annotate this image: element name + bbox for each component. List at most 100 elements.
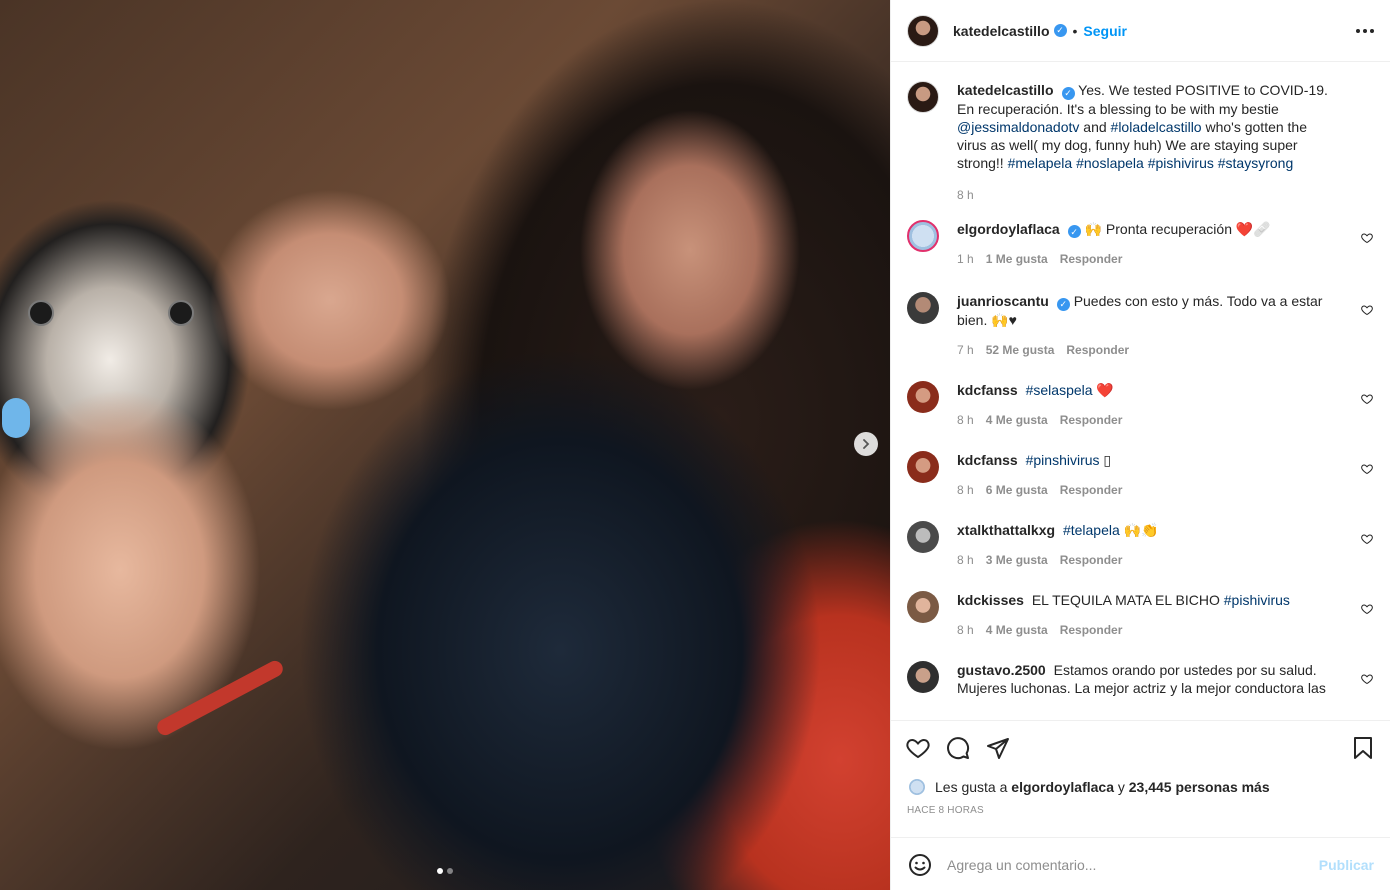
comment-hashtag[interactable]: #telapela (1063, 522, 1120, 538)
comment-avatar[interactable] (907, 219, 939, 252)
more-options-button[interactable] (1356, 23, 1374, 39)
comment-text: 🙌 Pronta recuperación ❤️🩹 (1084, 220, 1271, 237)
comment-avatar[interactable] (907, 292, 939, 324)
heart-icon (1361, 463, 1373, 474)
comment-likes[interactable]: 52 Me gusta (986, 341, 1055, 359)
caption-hashtag-lola[interactable]: #loladelcastillo (1111, 119, 1202, 135)
post-viewer: katedelcastillo ✓ • Seguir katedelcastil… (0, 0, 1390, 890)
comment-like-button[interactable] (1360, 603, 1374, 617)
caption-hashtag-staysyrong[interactable]: #staysyrong (1218, 155, 1293, 171)
comment-item: kdckisses EL TEQUILA MATA EL BICHO #pish… (907, 590, 1374, 639)
comment-username[interactable]: juanrioscantu (957, 293, 1049, 309)
post-time-ago[interactable]: HACE 8 HORAS (891, 799, 1390, 827)
comment-icon (947, 737, 970, 760)
comment-username[interactable]: kdckisses (957, 592, 1024, 608)
comment-username[interactable]: gustavo.2500 (957, 662, 1046, 678)
comment-avatar[interactable] (907, 450, 939, 483)
post-footer: Les gusta a elgordoylaflaca y 23,445 per… (891, 720, 1390, 876)
carousel-next-button[interactable] (854, 432, 878, 456)
comment-like-button[interactable] (1360, 393, 1374, 407)
comment-item: xtalkthattalkxg #telapela 🙌👏 8 h 3 Me gu… (907, 520, 1374, 569)
bookmark-icon (1354, 737, 1372, 759)
comment-button[interactable] (945, 735, 971, 761)
post-header: katedelcastillo ✓ • Seguir (891, 0, 1390, 62)
comment-input[interactable] (947, 856, 1319, 873)
comment-username[interactable]: kdcfanss (957, 452, 1018, 468)
more-icon (1356, 28, 1360, 33)
caption-avatar[interactable] (907, 81, 939, 113)
liker-avatar[interactable] (907, 777, 927, 797)
comment-likes[interactable]: 4 Me gusta (986, 621, 1048, 639)
caption-hashtag-melapela[interactable]: #melapela (1008, 155, 1073, 171)
comment-hashtag[interactable]: #selaspela (1026, 382, 1093, 398)
comment-time: 8 h (957, 622, 974, 637)
comment-avatar[interactable] (907, 520, 939, 553)
comment-time: 8 h (957, 412, 974, 427)
likes-summary: Les gusta a elgordoylaflaca y 23,445 per… (891, 775, 1390, 799)
comments-list[interactable]: katedelcastillo ✓ Yes. We tested POSITIVE… (891, 63, 1390, 720)
emoji-button[interactable] (907, 852, 933, 878)
comment-text: 🙌👏 (1119, 521, 1159, 538)
comment-like-button[interactable] (1360, 463, 1374, 477)
reply-button[interactable]: Responder (1060, 481, 1123, 499)
comment-text: ❤️ (1092, 381, 1114, 398)
caption-mention[interactable]: @jessimaldonadotv (957, 119, 1079, 135)
heart-icon (1361, 533, 1373, 544)
comment-likes[interactable]: 3 Me gusta (986, 551, 1048, 569)
likes-others[interactable]: 23,445 personas más (1129, 779, 1270, 795)
post-photo[interactable] (0, 0, 890, 890)
carousel-dot-1 (437, 868, 443, 874)
photo-nail (2, 398, 30, 438)
comment-item: kdcfanss #pinshivirus ▯ 8 h 6 Me gusta R… (907, 450, 1374, 499)
comment-like-button[interactable] (1360, 673, 1374, 687)
comment-hashtag[interactable]: #pishivirus (1224, 592, 1290, 608)
carousel-dot-2 (447, 868, 453, 874)
reply-button[interactable]: Responder (1066, 341, 1129, 359)
reply-button[interactable]: Responder (1060, 250, 1123, 268)
comment-text: ▯ (1099, 451, 1112, 468)
comment-username[interactable]: elgordoylaflaca (957, 221, 1060, 237)
likes-user[interactable]: elgordoylaflaca (1011, 779, 1114, 795)
caption-hashtag-noslapela[interactable]: #noslapela (1076, 155, 1144, 171)
comment-hashtag[interactable]: #pinshivirus (1026, 452, 1100, 468)
comment-time: 1 h (957, 252, 974, 266)
heart-icon (906, 738, 930, 759)
comment-like-button[interactable] (1360, 232, 1374, 246)
comment-avatar[interactable] (907, 590, 939, 623)
comment-likes[interactable]: 6 Me gusta (986, 481, 1048, 499)
likes-conj: y (1117, 779, 1125, 795)
caption-username[interactable]: katedelcastillo (957, 82, 1054, 98)
like-button[interactable] (905, 735, 931, 761)
reply-button[interactable]: Responder (1060, 411, 1123, 429)
heart-icon (1361, 393, 1373, 404)
heart-icon (1361, 603, 1373, 614)
author-username[interactable]: katedelcastillo (953, 23, 1050, 39)
reply-button[interactable]: Responder (1060, 621, 1123, 639)
chevron-right-icon (863, 439, 870, 449)
comment-likes[interactable]: 1 Me gusta (986, 250, 1048, 268)
save-button[interactable] (1350, 735, 1376, 761)
verified-badge-icon: ✓ (1067, 225, 1081, 238)
follow-button[interactable]: Seguir (1083, 23, 1127, 39)
share-icon (987, 738, 1009, 759)
comment-like-button[interactable] (1360, 304, 1374, 318)
comment-likes[interactable]: 4 Me gusta (986, 411, 1048, 429)
comment-username[interactable]: kdcfanss (957, 382, 1018, 398)
share-button[interactable] (985, 735, 1011, 761)
photo-hand-region (0, 390, 300, 790)
verified-badge-icon: ✓ (1056, 297, 1070, 311)
publish-button[interactable]: Publicar (1319, 857, 1374, 873)
add-comment-bar: Publicar (891, 837, 1390, 890)
heart-icon (1361, 232, 1373, 243)
action-bar (891, 721, 1390, 775)
verified-badge-icon: ✓ (1061, 86, 1075, 100)
reply-button[interactable]: Responder (1060, 551, 1123, 569)
caption-hashtag-pishivirus[interactable]: #pishivirus (1148, 155, 1214, 171)
verified-badge-icon: ✓ (1053, 24, 1067, 37)
comment-like-button[interactable] (1360, 533, 1374, 547)
comment-avatar[interactable] (907, 660, 939, 693)
author-avatar[interactable] (907, 14, 939, 47)
comment-avatar[interactable] (907, 380, 939, 413)
post-caption: katedelcastillo ✓ Yes. We tested POSITIVE… (907, 81, 1374, 204)
comment-username[interactable]: xtalkthattalkxg (957, 522, 1055, 538)
